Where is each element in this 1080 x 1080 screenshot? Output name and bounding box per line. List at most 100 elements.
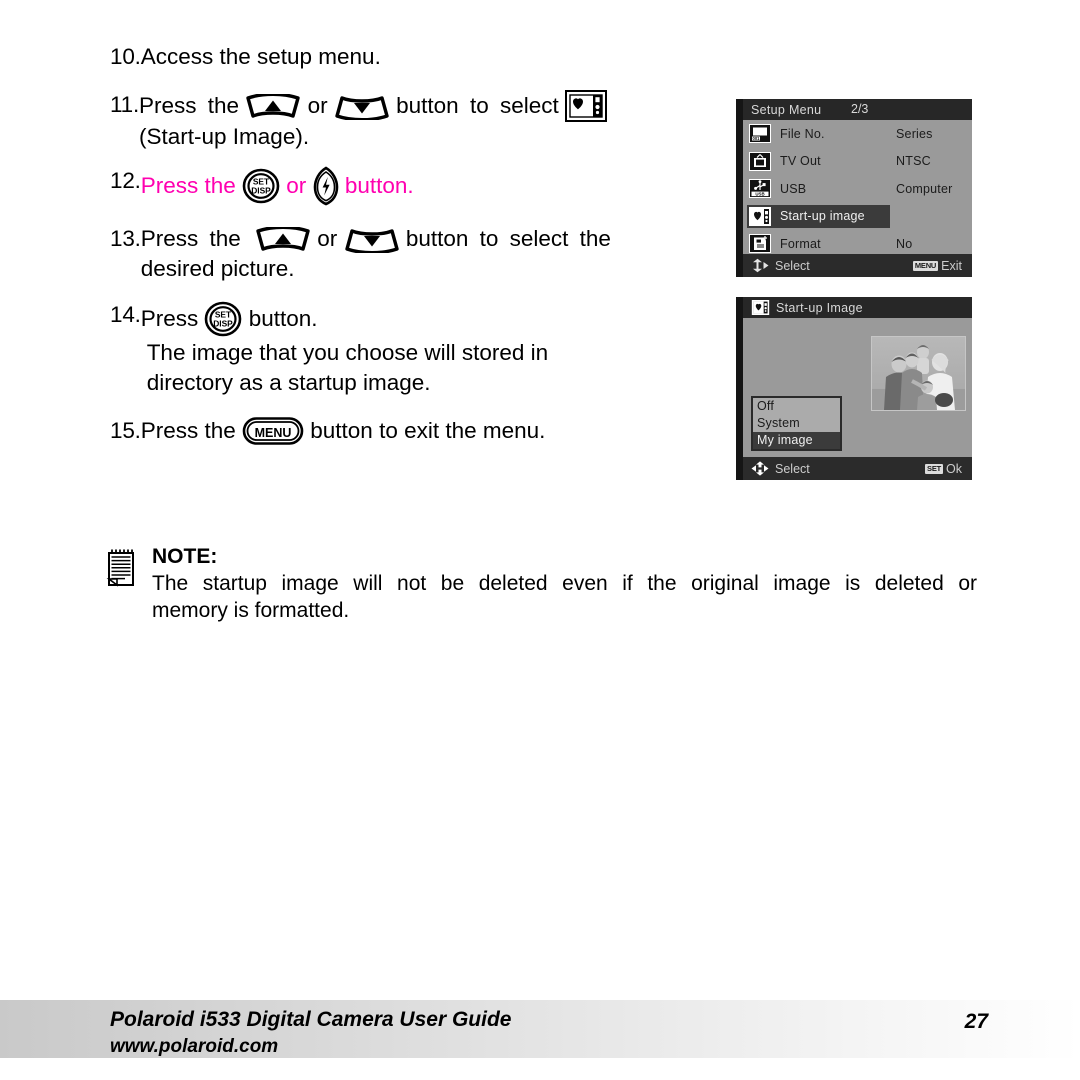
step-12-or: or [286, 173, 307, 198]
menu-row-usb[interactable]: USB Computer [743, 175, 972, 203]
step-14-suffix: button. [248, 306, 318, 331]
setup-menu-body: File No. Series TV Out NTSC USB Computer… [743, 120, 972, 254]
setup-status-select: Select [751, 258, 810, 273]
note-block: NOTE: The startup image will not be dele… [106, 544, 986, 624]
setup-status-select-label: Select [775, 258, 810, 273]
step-14-body: Press button. The image that you choose … [141, 300, 710, 398]
step-10: 10. Access the setup menu. [110, 42, 710, 72]
step-12-body: Press the or button. [141, 166, 710, 206]
down-button-icon [334, 94, 390, 120]
menu-value-file-no: Series [896, 126, 933, 141]
step-15-body: Press the button to exit the menu. [141, 416, 710, 446]
menu-value-tv-out: NTSC [896, 154, 931, 169]
set-disp-button-icon [242, 167, 280, 205]
startup-image-preview-thumbnail [871, 336, 966, 411]
note-line-2: memory is formatted. [152, 599, 350, 622]
step-14-number: 14. [110, 302, 141, 327]
startup-image-icon [751, 300, 770, 315]
navigation-up-down-right-icon [751, 258, 769, 273]
set-disp-button-icon [204, 300, 242, 338]
startup-image-body: Off System My image [743, 318, 972, 457]
startup-status-select: Select [751, 461, 810, 476]
setup-menu-statusbar: Select MENU Exit [743, 254, 972, 277]
step-13-number: 13. [110, 226, 141, 251]
menu-row-file-no[interactable]: File No. Series [743, 120, 972, 148]
step-14-prefix: Press [140, 306, 199, 331]
step-15-number: 15. [110, 418, 141, 443]
footer-guide-title: Polaroid i533 Digital Camera User Guide [110, 1008, 512, 1031]
startup-status-ok-label: Ok [946, 461, 962, 476]
option-system[interactable]: System [753, 415, 840, 432]
step-11-suffix: button to select [396, 93, 559, 118]
menu-label-usb: USB [780, 181, 807, 196]
step-11-or: or [307, 93, 328, 118]
notepad-icon [106, 548, 136, 588]
step-11: 11. Press the or button to select (Start… [110, 90, 710, 152]
footer-page-number: 27 [964, 1010, 988, 1033]
menu-row-tv-out[interactable]: TV Out NTSC [743, 148, 972, 176]
menu-value-usb: Computer [896, 181, 953, 196]
note-line-1: The startup image will not be deleted ev… [152, 572, 977, 595]
menu-row-startup-image[interactable]: Start-up image [743, 203, 972, 231]
setup-menu-title: Setup Menu [751, 102, 822, 117]
step-13-or: or [317, 226, 338, 251]
step-14-line3: directory as a startup image. [146, 370, 431, 395]
setup-menu-titlebar: Setup Menu 2/3 [743, 99, 972, 120]
instruction-steps-list: 10. Access the setup menu. 11. Press the… [110, 42, 710, 462]
step-11-number: 11. [110, 92, 140, 117]
step-10-number: 10. [110, 44, 141, 69]
menu-button-icon [242, 416, 304, 446]
startup-image-title: Start-up Image [776, 300, 863, 315]
step-14: 14. Press button. The image that you cho… [110, 300, 710, 398]
menu-label-tv-out: TV Out [780, 154, 821, 169]
step-15-prefix: Press the [140, 418, 236, 443]
step-12-prefix: Press the [140, 173, 236, 198]
menu-label-startup-image: Start-up image [780, 209, 865, 224]
menu-key-badge: MENU [912, 260, 939, 271]
step-11-body: Press the or button to select (Start-up … [139, 90, 710, 152]
setup-status-exit: MENU Exit [912, 258, 962, 273]
footer-website-url: www.polaroid.com [110, 1036, 279, 1057]
step-15-suffix: button to exit the menu. [310, 418, 546, 443]
lcd-setup-menu-screen: Setup Menu 2/3 File No. Series TV Out NT… [736, 99, 972, 277]
note-title: NOTE: [152, 545, 218, 568]
up-button-icon [255, 227, 311, 253]
setup-status-exit-label: Exit [941, 258, 962, 273]
startup-image-titlebar: Start-up Image [743, 297, 972, 318]
page-footer: Polaroid i533 Digital Camera User Guide … [0, 1000, 1080, 1058]
file-number-icon [749, 124, 771, 143]
startup-image-icon [749, 207, 771, 226]
step-11-prefix: Press the [139, 93, 240, 118]
manual-page: 10. Access the setup menu. 11. Press the… [0, 0, 1080, 1080]
step-15: 15. Press the button to exit the menu. [110, 416, 710, 446]
note-text: The startup image will not be deleted ev… [152, 570, 977, 624]
startup-image-option-list: Off System My image [751, 396, 842, 451]
step-12-number: 12. [110, 168, 141, 193]
step-10-text: Access the setup menu. [140, 44, 381, 69]
navigation-four-way-icon [751, 461, 769, 476]
step-11-line2: (Start-up Image). [139, 124, 310, 149]
step-13-body: Press the or button to select the desire… [141, 224, 710, 284]
option-off[interactable]: Off [753, 398, 840, 415]
setup-menu-page-indicator: 2/3 [851, 102, 869, 116]
format-icon [749, 234, 771, 253]
startup-status-ok: SET Ok [925, 462, 962, 476]
step-13: 13. Press the or button to select the de… [110, 224, 710, 284]
tv-out-icon [749, 152, 771, 171]
step-12-suffix: button. [344, 173, 414, 198]
flash-button-icon [313, 166, 339, 206]
step-13-prefix: Press the [140, 226, 241, 251]
startup-image-statusbar: Select SET Ok [743, 457, 972, 480]
option-my-image[interactable]: My image [753, 432, 840, 449]
startup-image-glyph-icon [565, 90, 607, 122]
menu-label-file-no: File No. [780, 126, 825, 141]
down-button-icon [344, 227, 400, 253]
step-13-line2: desired picture. [140, 256, 295, 281]
step-12: 12. Press the or button. [110, 166, 710, 206]
step-13-suffix: button to select the [405, 226, 611, 251]
lcd-startup-image-screen: Start-up Image Off System My image Selec… [736, 297, 972, 480]
usb-icon [749, 179, 771, 198]
menu-label-format: Format [780, 236, 821, 251]
startup-status-select-label: Select [775, 461, 810, 476]
set-key-badge: SET [925, 463, 944, 474]
